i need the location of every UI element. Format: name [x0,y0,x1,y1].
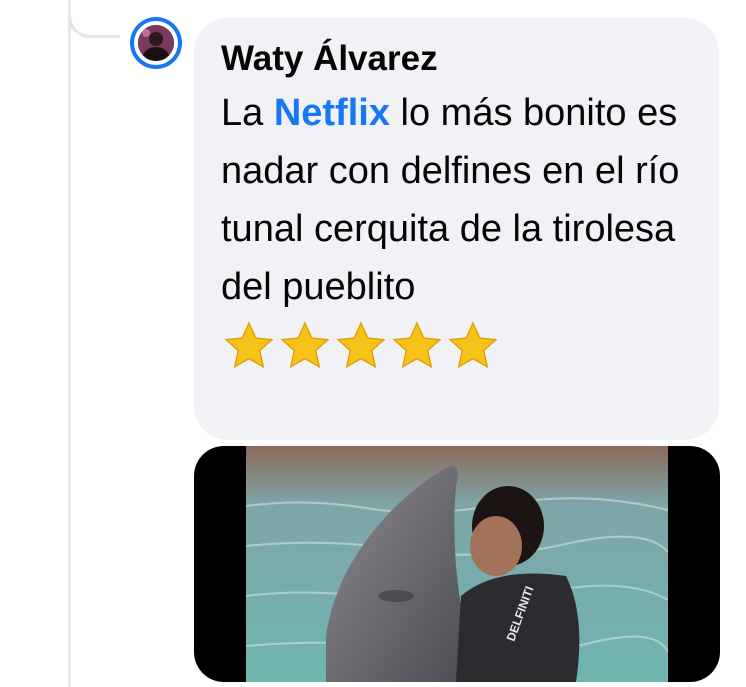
star-icon [336,321,386,369]
avatar[interactable] [130,17,182,69]
thread-connector [68,0,120,38]
comment-text: La Netflix lo más bonito es nadar con de… [221,84,695,316]
star-icon [392,321,442,369]
mention-link[interactable]: Netflix [274,92,390,134]
comment-bubble: Waty Álvarez La Netflix lo más bonito es… [194,18,719,440]
star-icon [448,321,498,369]
thread-line [68,0,71,687]
comment-photo[interactable]: DELFINITI [194,446,720,682]
comment-author[interactable]: Waty Álvarez [221,38,695,80]
comment-text-before: La [221,92,274,134]
star-rating [221,318,695,374]
star-icon [224,321,274,369]
dolphin-photo: DELFINITI [246,446,668,682]
avatar-photo [138,25,174,61]
star-icon [280,321,330,369]
